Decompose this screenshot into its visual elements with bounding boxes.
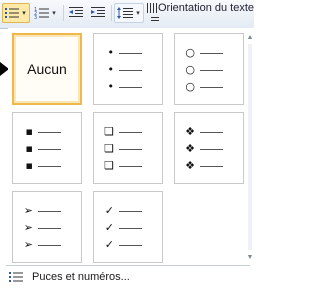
small-dot-bullet: • — [107, 46, 115, 59]
small-dot-bullet: • — [107, 80, 115, 93]
increase-indent-button[interactable] — [88, 3, 108, 23]
bullet-list-icon — [5, 8, 19, 18]
hollow-square-bullet: ❑ — [104, 125, 114, 138]
align-text-icon[interactable] — [150, 15, 160, 25]
increase-indent-icon — [91, 7, 105, 17]
hollow-square-bullet: ❑ — [104, 142, 114, 155]
chevron-down-icon[interactable]: ▾ — [134, 4, 142, 22]
decrease-indent-button[interactable] — [66, 3, 86, 23]
chevron-down-icon[interactable]: ▾ — [20, 4, 28, 22]
line-spacing-button[interactable]: ▾ — [114, 3, 144, 23]
filled-square-bullet: ▪ — [25, 125, 33, 138]
decrease-indent-icon — [69, 7, 83, 17]
separator — [111, 5, 112, 21]
bullet-option-hollow-square[interactable]: ❑ ❑ ❑ — [93, 112, 163, 184]
bullet-list-icon — [9, 272, 23, 282]
bullet-option-arrowhead[interactable]: ➢ ➢ ➢ — [12, 191, 82, 263]
bullets-and-numbering-label: Puces et numéros... — [32, 271, 130, 283]
bullets-button[interactable]: ▾ — [2, 3, 30, 23]
arrowhead-bullet: ➢ — [23, 238, 33, 251]
filled-square-bullet: ▪ — [25, 159, 33, 172]
separator — [63, 5, 64, 21]
bullet-option-none[interactable]: Aucun — [12, 33, 82, 105]
diamond-bullet: ❖ — [185, 159, 195, 172]
checkmark-bullet: ✓ — [104, 204, 114, 217]
arrowhead-bullet: ➢ — [23, 204, 33, 217]
chevron-down-icon[interactable]: ▾ — [50, 4, 58, 22]
numbered-list-icon: 1 2 3 — [34, 7, 49, 20]
svg-text:3: 3 — [34, 15, 37, 20]
hollow-circle-bullet: ○ — [185, 46, 195, 59]
numbering-button[interactable]: 1 2 3 ▾ — [32, 3, 60, 23]
scroll-down-icon[interactable]: ▼ — [246, 254, 254, 262]
bullet-option-checkmark[interactable]: ✓ ✓ ✓ — [93, 191, 163, 263]
small-dot-bullet: • — [107, 63, 115, 76]
hollow-square-bullet: ❑ — [104, 159, 114, 172]
bullet-option-small-dot[interactable]: • • • — [93, 33, 163, 105]
checkmark-bullet: ✓ — [104, 221, 114, 234]
checkmark-bullet: ✓ — [104, 238, 114, 251]
scroll-up-icon[interactable]: ▲ — [246, 34, 254, 42]
bullet-option-diamond[interactable]: ❖ ❖ ❖ — [174, 112, 244, 184]
diamond-bullet: ❖ — [185, 125, 195, 138]
bullet-option-hollow-circle[interactable]: ○ ○ ○ — [174, 33, 244, 105]
arrowhead-bullet: ➢ — [23, 221, 33, 234]
none-label: Aucun — [27, 61, 67, 77]
hollow-circle-bullet: ○ — [185, 80, 195, 93]
bullet-option-filled-square[interactable]: ▪ ▪ ▪ — [12, 112, 82, 184]
line-spacing-icon — [117, 7, 133, 19]
scrollbar-track[interactable] — [248, 44, 252, 250]
bullet-library-gallery: Aucun • • • ○ ○ ○ ▪ ▪ ▪ ❑ ❑ ❑ ❖ ❖ ❖ ➢ ➢ … — [8, 28, 254, 265]
hollow-circle-bullet: ○ — [185, 63, 195, 76]
separator — [6, 265, 250, 266]
filled-square-bullet: ▪ — [25, 142, 33, 155]
text-direction-label[interactable]: Orientation du texte — [158, 2, 254, 14]
text-direction-icon[interactable] — [146, 2, 158, 14]
diamond-bullet: ❖ — [185, 142, 195, 155]
ribbon-paragraph-group: ▾ 1 2 3 ▾ ▾ Orientation du texte — [0, 0, 254, 29]
bullets-and-numbering-menu-item[interactable]: Puces et numéros... — [6, 268, 250, 286]
